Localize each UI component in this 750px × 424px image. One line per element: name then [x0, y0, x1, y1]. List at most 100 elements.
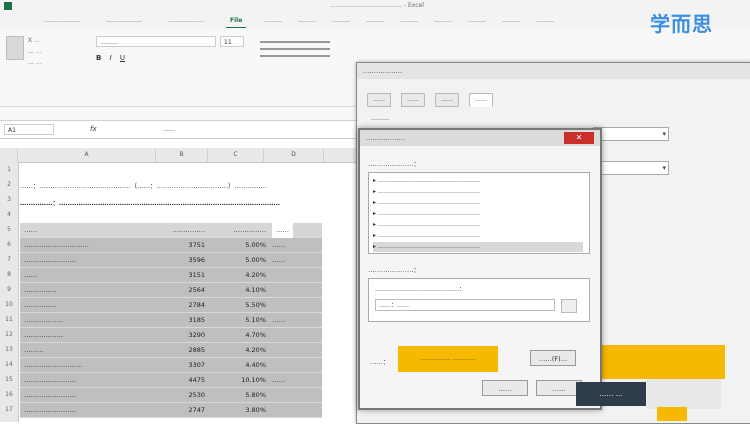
list-item[interactable]: ▸ ……………………………………………	[373, 242, 583, 252]
table-cell[interactable]: ……	[272, 373, 285, 388]
ribbon-tab[interactable]: ………	[294, 15, 320, 27]
column-header-d[interactable]: D	[264, 148, 324, 162]
formula-input[interactable]: ……	[160, 124, 356, 135]
table-header-cell[interactable]: ……	[272, 223, 293, 238]
range-picker-icon[interactable]	[561, 299, 577, 313]
ribbon-tab[interactable]: ………	[532, 15, 558, 27]
sheet-note-1[interactable]: ……：……………………………………（……：……………………………）……………	[20, 180, 267, 190]
table-cell[interactable]: 3185	[160, 313, 205, 328]
table-cell[interactable]: ……	[24, 268, 37, 283]
table-cell[interactable]: ……………………	[24, 388, 76, 403]
tab-fill[interactable]: ……	[469, 93, 493, 107]
list-item[interactable]: ▸ ……………………………………………	[373, 231, 583, 241]
underline-icon[interactable]: U	[120, 54, 125, 62]
table-header-cell[interactable]: ……………	[216, 223, 267, 238]
row-header[interactable]: 13	[0, 342, 18, 357]
list-item[interactable]: ▸ ……………………………………………	[373, 220, 583, 230]
ribbon-tab[interactable]: ………	[328, 15, 354, 27]
table-cell[interactable]: 5.00%	[216, 253, 266, 268]
table-cell[interactable]: 2530	[160, 388, 205, 403]
italic-icon[interactable]: I	[110, 54, 112, 62]
select-all-corner[interactable]	[0, 148, 18, 162]
column-header-a[interactable]: A	[18, 148, 156, 162]
ribbon-tab[interactable]: ………	[430, 15, 456, 27]
list-item[interactable]: ▸ ……………………………………………	[373, 176, 583, 186]
table-cell[interactable]: ………	[24, 343, 44, 358]
row-header[interactable]: 5	[0, 222, 18, 237]
font-size-select[interactable]: 11	[220, 36, 244, 47]
table-cell[interactable]: 5.50%	[216, 298, 266, 313]
table-cell[interactable]: 2784	[160, 298, 205, 313]
row-header[interactable]: 14	[0, 357, 18, 372]
ribbon-tab[interactable]: ………	[260, 15, 286, 27]
ribbon-tab[interactable]: ………	[464, 15, 490, 27]
name-box[interactable]: A1	[4, 124, 54, 135]
tab-alignment[interactable]: ……	[401, 93, 425, 107]
table-cell[interactable]: ……………………	[24, 253, 76, 268]
table-cell[interactable]: 5.00%	[216, 238, 266, 253]
table-cell[interactable]: ……………………	[24, 403, 76, 418]
fx-icon[interactable]: fx	[90, 125, 97, 133]
table-cell[interactable]: 4.70%	[216, 328, 266, 343]
paste-icon[interactable]	[6, 36, 24, 60]
row-header[interactable]: 17	[0, 402, 18, 417]
column-header-c[interactable]: C	[208, 148, 264, 162]
ok-button[interactable]: ……	[482, 380, 528, 396]
table-cell[interactable]: 4.10%	[216, 283, 266, 298]
table-cell[interactable]: 3290	[160, 328, 205, 343]
back-dialog-button-area[interactable]	[647, 379, 721, 409]
table-cell[interactable]: ………………………	[24, 358, 83, 373]
dropdown-middle[interactable]: ▾	[593, 161, 669, 175]
format-painter-button[interactable]: … …	[28, 58, 42, 67]
row-header[interactable]: 11	[0, 312, 18, 327]
ribbon-tab[interactable]: ………	[362, 15, 388, 27]
row-header[interactable]: 7	[0, 252, 18, 267]
ribbon-tab[interactable]: ………	[498, 15, 524, 27]
table-cell[interactable]: 2747	[160, 403, 205, 418]
table-cell[interactable]: 4475	[160, 373, 205, 388]
table-cell[interactable]: 3596	[160, 253, 205, 268]
table-cell[interactable]: ……………………	[24, 373, 76, 388]
bold-icon[interactable]: B	[96, 54, 101, 62]
table-cell[interactable]: 4.20%	[216, 268, 266, 283]
row-header[interactable]: 12	[0, 327, 18, 342]
row-header[interactable]: 1	[0, 162, 18, 177]
sheet-note-2[interactable]: ……………：…………………………………………………………………………………………	[20, 197, 280, 207]
row-header[interactable]: 4	[0, 207, 18, 222]
tab-font[interactable]: ……	[435, 93, 459, 107]
table-cell[interactable]: 2564	[160, 283, 205, 298]
format-input[interactable]: ……：……	[375, 299, 555, 311]
tab-number[interactable]: ……	[367, 93, 391, 107]
row-header[interactable]: 9	[0, 282, 18, 297]
row-header[interactable]: 15	[0, 372, 18, 387]
table-cell[interactable]: ………………	[24, 328, 63, 343]
table-cell[interactable]: ……	[272, 238, 285, 253]
table-cell[interactable]: 3151	[160, 268, 205, 283]
ribbon-tab[interactable]: File	[226, 15, 247, 29]
table-cell[interactable]: ……………	[24, 283, 57, 298]
row-header[interactable]: 16	[0, 387, 18, 402]
row-header[interactable]: 10	[0, 297, 18, 312]
table-cell[interactable]: 4.20%	[216, 343, 266, 358]
close-icon[interactable]: ✕	[564, 132, 594, 144]
option-list[interactable]: ▸ …………………………………………… ▸ …………………………………………… ▸ …	[368, 172, 590, 254]
table-header-cell[interactable]: ……………	[160, 223, 206, 238]
ribbon-tab[interactable]: ………………	[102, 15, 146, 27]
row-header[interactable]: 6	[0, 237, 18, 252]
dropdown-top[interactable]: ▾	[593, 127, 669, 141]
table-cell[interactable]: 5.10%	[216, 313, 266, 328]
table-cell[interactable]: 2885	[160, 343, 205, 358]
font-name-select[interactable]: ………	[96, 36, 216, 47]
column-header-b[interactable]: B	[156, 148, 208, 162]
list-item[interactable]: ▸ ……………………………………………	[373, 209, 583, 219]
table-cell[interactable]: 10.10%	[216, 373, 266, 388]
table-cell[interactable]: 3.80%	[216, 403, 266, 418]
cut-button[interactable]: X …	[28, 36, 40, 45]
ribbon-tab[interactable]: ………………	[164, 15, 208, 27]
ribbon-tab[interactable]: ………………	[40, 15, 84, 27]
table-cell[interactable]: ……	[272, 253, 285, 268]
table-cell[interactable]: 5.80%	[216, 388, 266, 403]
table-cell[interactable]: 4.40%	[216, 358, 266, 373]
ribbon-tab[interactable]: ………	[396, 15, 422, 27]
copy-button[interactable]: … …	[28, 47, 42, 56]
